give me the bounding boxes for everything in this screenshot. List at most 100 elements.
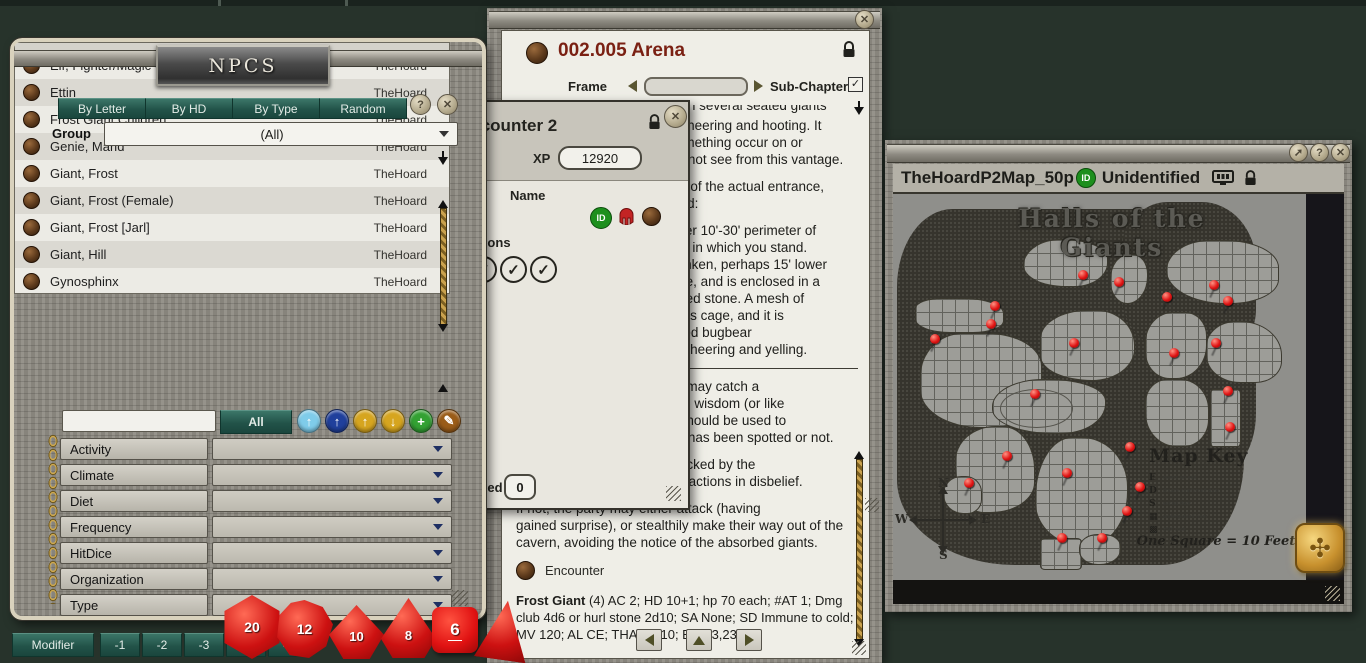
id-badge-icon[interactable]: ID: [1076, 168, 1096, 188]
token-icon[interactable]: [642, 207, 661, 226]
resize-grip[interactable]: [865, 498, 879, 512]
map-pin[interactable]: [1162, 292, 1172, 302]
tab-by-hd[interactable]: By HD: [145, 98, 233, 119]
id-badge-icon[interactable]: ID: [590, 207, 612, 229]
edit-icon[interactable]: ✎: [437, 409, 461, 433]
map-pin[interactable]: [1122, 506, 1132, 516]
close-icon[interactable]: ✕: [855, 10, 874, 29]
list-item[interactable]: Giant, FrostTheHoard: [15, 160, 449, 187]
filter-label-organization[interactable]: Organization: [60, 568, 208, 590]
map-pin[interactable]: [1069, 338, 1079, 348]
map-pin[interactable]: [1078, 270, 1088, 280]
resize-grip[interactable]: [852, 641, 866, 655]
map-image[interactable]: Halls of the Giants Map Key Eopens an ex…: [893, 194, 1306, 580]
scroll-up-icon[interactable]: [438, 200, 448, 208]
scroll-down-icon[interactable]: [438, 324, 448, 332]
weapon-check-toggle[interactable]: ✓: [530, 256, 557, 283]
subchapter-checkbox[interactable]: ✓: [848, 77, 863, 92]
map-pin[interactable]: [990, 301, 1000, 311]
map-pin[interactable]: [1125, 442, 1135, 452]
frame-next-icon[interactable]: [754, 80, 763, 92]
map-pin[interactable]: [1223, 296, 1233, 306]
lock-icon[interactable]: [1244, 170, 1257, 187]
map-pin[interactable]: [1057, 533, 1067, 543]
resize-grip[interactable]: [452, 590, 468, 606]
resize-icon[interactable]: ➚: [1289, 143, 1308, 162]
story-token-icon[interactable]: [526, 42, 548, 64]
list-item[interactable]: Giant, Frost (Female)TheHoard: [15, 187, 449, 214]
scroll-up-icon[interactable]: [854, 451, 864, 459]
map-pin[interactable]: [1002, 451, 1012, 461]
close-icon[interactable]: ✕: [1331, 143, 1350, 162]
filter-label-frequency[interactable]: Frequency: [60, 516, 208, 538]
lock-icon[interactable]: [842, 41, 856, 59]
d6-die[interactable]: 6: [432, 607, 478, 653]
close-icon[interactable]: ✕: [664, 105, 687, 128]
xp-field[interactable]: 12920: [558, 146, 642, 170]
weapon-check-toggle[interactable]: ✓: [500, 256, 527, 283]
filter-label-hitdice[interactable]: HitDice: [60, 542, 208, 564]
encounter-link[interactable]: Encounter: [516, 561, 858, 580]
search-input[interactable]: [62, 410, 216, 432]
help-icon[interactable]: ?: [1310, 143, 1329, 162]
arrow-up-cyan-icon[interactable]: ↑: [297, 409, 321, 433]
frame-slider[interactable]: [644, 77, 748, 96]
filter-dropdown-diet[interactable]: [212, 490, 452, 512]
modifier-minus2-button[interactable]: -2: [142, 633, 182, 657]
map-pin[interactable]: [1223, 386, 1233, 396]
nav-up-button[interactable]: [686, 629, 712, 651]
filter-label-diet[interactable]: Diet: [60, 490, 208, 512]
lock-icon[interactable]: [648, 114, 661, 131]
map-pin[interactable]: [1209, 280, 1219, 290]
filter-dropdown-organization[interactable]: [212, 568, 452, 590]
assigned-field[interactable]: 0: [504, 474, 536, 500]
filter-label-type[interactable]: Type: [60, 594, 208, 616]
arrow-up-gold-icon[interactable]: ↑: [353, 409, 377, 433]
add-icon[interactable]: +: [409, 409, 433, 433]
group-dropdown[interactable]: (All): [104, 122, 458, 146]
arrow-down-gold-icon[interactable]: ↓: [381, 409, 405, 433]
nav-next-button[interactable]: [736, 629, 762, 651]
filter-label-climate[interactable]: Climate: [60, 464, 208, 486]
resize-grip[interactable]: [666, 486, 681, 501]
map-titlebar[interactable]: TheHoardP2Map_50p ID Unidentified: [893, 164, 1344, 194]
filter-dropdown-hitdice[interactable]: [212, 542, 452, 564]
map-pin[interactable]: [1225, 422, 1235, 432]
share-screen-icon[interactable]: [1212, 170, 1234, 187]
map-window[interactable]: ➚ ? ✕ TheHoardP2Map_50p ID Unidentified: [885, 140, 1352, 612]
modifier-minus3-button[interactable]: -3: [184, 633, 224, 657]
scroll-top-icon[interactable]: [854, 107, 864, 115]
map-pin[interactable]: [1030, 389, 1040, 399]
nav-prev-button[interactable]: [636, 629, 662, 651]
list-item[interactable]: Giant, Frost [Jarl]TheHoard: [15, 214, 449, 241]
tab-by-type[interactable]: By Type: [232, 98, 320, 119]
filter-dropdown-climate[interactable]: [212, 464, 452, 486]
list-item[interactable]: GynosphinxTheHoard: [15, 268, 449, 294]
map-pin[interactable]: [1114, 277, 1124, 287]
tab-random[interactable]: Random: [319, 98, 407, 119]
list-item[interactable]: Giant, HillTheHoard: [15, 241, 449, 268]
arena-top-rail[interactable]: [489, 11, 880, 29]
helmet-icon[interactable]: [618, 206, 635, 225]
scroll-end-icon[interactable]: [438, 384, 448, 392]
map-pin[interactable]: [1062, 468, 1072, 478]
radial-menu-button[interactable]: ✣: [1295, 523, 1345, 573]
modifier-button[interactable]: Modifier: [12, 633, 94, 657]
filter-dropdown-activity[interactable]: [212, 438, 452, 460]
modifier-minus1-button[interactable]: -1: [100, 633, 140, 657]
map-pin[interactable]: [1097, 533, 1107, 543]
tab-by-letter[interactable]: By Letter: [58, 98, 146, 119]
map-pin[interactable]: [1169, 348, 1179, 358]
all-filter-button[interactable]: All: [220, 410, 292, 434]
help-icon[interactable]: ?: [410, 94, 431, 115]
scroll-top-icon[interactable]: [438, 157, 448, 165]
npcs-window[interactable]: NPCS ? ✕ By Letter By HD By Type Random …: [10, 38, 486, 620]
filter-dropdown-frequency[interactable]: [212, 516, 452, 538]
resize-grip[interactable]: [1325, 586, 1340, 601]
scrollbar-rope[interactable]: [856, 459, 863, 641]
map-pin[interactable]: [1135, 482, 1145, 492]
map-pin[interactable]: [1211, 338, 1221, 348]
scrollbar-rope[interactable]: [440, 208, 447, 325]
filter-label-activity[interactable]: Activity: [60, 438, 208, 460]
close-icon[interactable]: ✕: [437, 94, 458, 115]
